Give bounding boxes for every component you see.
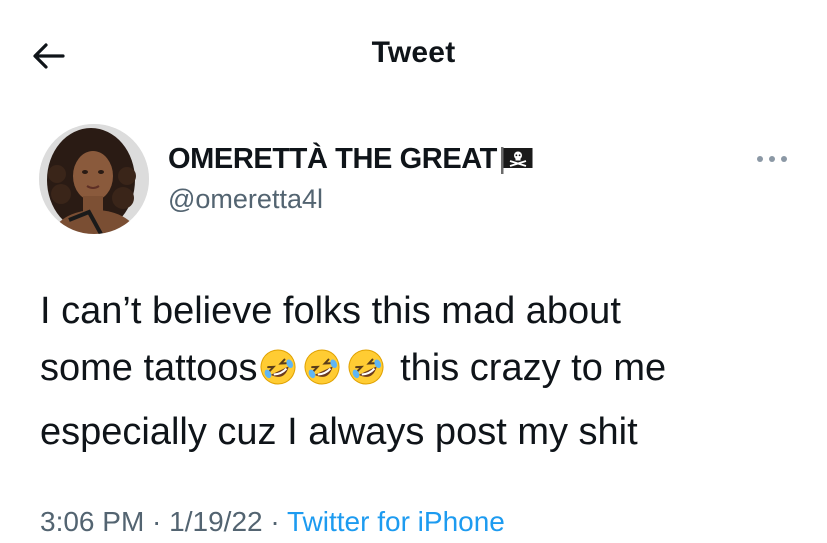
rolling-on-floor-laughing-emoji-icon bbox=[348, 349, 384, 385]
tweet-line: especially cuz I always post my shit bbox=[40, 411, 638, 453]
pirate-flag-icon bbox=[500, 146, 533, 174]
tweet-text-segment: some tattoos bbox=[40, 347, 258, 389]
rolling-on-floor-laughing-emoji-icon bbox=[304, 349, 340, 385]
avatar-image bbox=[39, 124, 149, 234]
tweet-source-link[interactable]: Twitter for iPhone bbox=[287, 506, 505, 537]
tweet-time[interactable]: 3:06 PM bbox=[40, 506, 144, 537]
tweet-line: some tattoos this crazy to me bbox=[40, 340, 810, 404]
more-options-button[interactable] bbox=[752, 144, 792, 174]
rolling-on-floor-laughing-emoji-icon bbox=[260, 349, 296, 385]
author-display-name[interactable]: OMERETTÀ THE GREAT bbox=[168, 143, 535, 176]
tweet-date[interactable]: 1/19/22 bbox=[169, 506, 262, 537]
page-title: Tweet bbox=[371, 36, 456, 69]
meta-separator: · bbox=[144, 506, 170, 537]
author-handle[interactable]: @omeretta4l bbox=[168, 184, 323, 215]
emoji-group bbox=[258, 347, 390, 404]
tweet-header: Tweet bbox=[0, 0, 827, 110]
tweet-text: I can’t believe folks this mad about som… bbox=[40, 283, 810, 461]
author-name-text: OMERETTÀ THE GREAT bbox=[168, 143, 497, 175]
meta-separator: · bbox=[262, 506, 287, 537]
avatar[interactable] bbox=[39, 124, 149, 234]
tweet-metadata: 3:06 PM · 1/19/22 · Twitter for iPhone bbox=[40, 506, 505, 538]
more-horizontal-icon bbox=[757, 156, 787, 162]
tweet-line: I can’t believe folks this mad about bbox=[40, 290, 621, 332]
tweet-text-segment: this crazy to me bbox=[389, 347, 667, 389]
